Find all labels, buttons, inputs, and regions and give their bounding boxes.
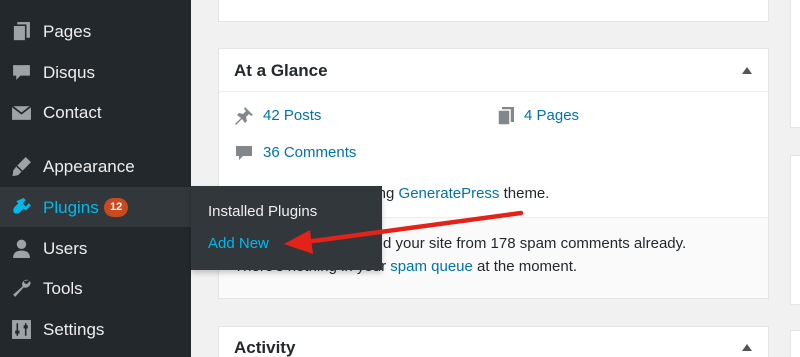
sidebar-item-tools[interactable]: Tools (0, 268, 191, 308)
posts-count-link[interactable]: 42 Posts (263, 106, 321, 126)
pages-icon (497, 107, 514, 126)
widget-title: At a Glance (234, 61, 328, 80)
theme-info-text: ning GeneratePress theme. (366, 184, 549, 204)
update-count-badge: 12 (104, 198, 129, 217)
sidebar-item-label: Settings (43, 320, 105, 339)
sidebar-item-settings[interactable]: Settings (0, 309, 191, 349)
widget-title: Activity (234, 338, 296, 357)
pages-icon (12, 22, 30, 42)
sidebar-item-contact[interactable]: Contact (0, 92, 191, 132)
admin-sidebar: Pages Disqus Contact Appearance Plugins … (0, 0, 191, 357)
plugins-submenu: Installed Plugins Add New (191, 186, 382, 270)
plugin-plug-icon (13, 198, 31, 214)
sidebar-item-pages[interactable]: Pages (0, 11, 191, 51)
sidebar-item-label: Tools (43, 279, 83, 298)
widget-header: At a Glance (219, 49, 768, 92)
sidebar-item-appearance[interactable]: Appearance (0, 146, 191, 186)
theme-info-suffix: theme. (499, 185, 550, 202)
comments-count-link[interactable]: 36 Comments (263, 143, 356, 163)
comment-bubble-icon (13, 65, 30, 80)
previous-widget-box (218, 0, 769, 22)
flyout-pointer (183, 200, 191, 216)
envelope-icon (11, 105, 32, 120)
right-column-widget (790, 330, 800, 357)
pages-count-link[interactable]: 4 Pages (524, 106, 579, 126)
akismet-spam-count-text: d your site from 178 spam comments alrea… (383, 235, 687, 252)
sidebar-item-label: Contact (43, 103, 102, 122)
sidebar-item-label: Users (43, 239, 88, 258)
user-icon (13, 239, 30, 258)
collapse-toggle-icon[interactable] (742, 344, 752, 351)
sidebar-item-label: Appearance (43, 157, 135, 176)
submenu-add-new[interactable]: Add New (208, 234, 269, 254)
theme-link[interactable]: GeneratePress (399, 185, 500, 202)
wrench-icon (13, 279, 31, 297)
sidebar-item-label: Pages (43, 22, 92, 41)
sidebar-item-plugins[interactable]: Plugins 12 (0, 187, 191, 227)
submenu-installed-plugins[interactable]: Installed Plugins (208, 202, 317, 222)
comment-bubble-icon (236, 146, 252, 160)
sidebar-item-label: Plugins (43, 198, 99, 217)
right-column-widget (790, 155, 800, 305)
activity-widget: Activity (218, 326, 769, 357)
akismet-queue-suffix: at the moment. (472, 258, 578, 275)
paintbrush-icon (12, 157, 31, 176)
spam-queue-link[interactable]: spam queue (390, 258, 473, 275)
sidebar-item-users[interactable]: Users (0, 228, 191, 268)
right-column-widget (790, 0, 800, 128)
pushpin-icon (235, 107, 253, 125)
sidebar-item-label: Disqus (43, 63, 95, 82)
settings-sliders-icon (12, 320, 31, 339)
sidebar-item-disqus[interactable]: Disqus (0, 52, 191, 92)
collapse-toggle-icon[interactable] (742, 67, 752, 74)
